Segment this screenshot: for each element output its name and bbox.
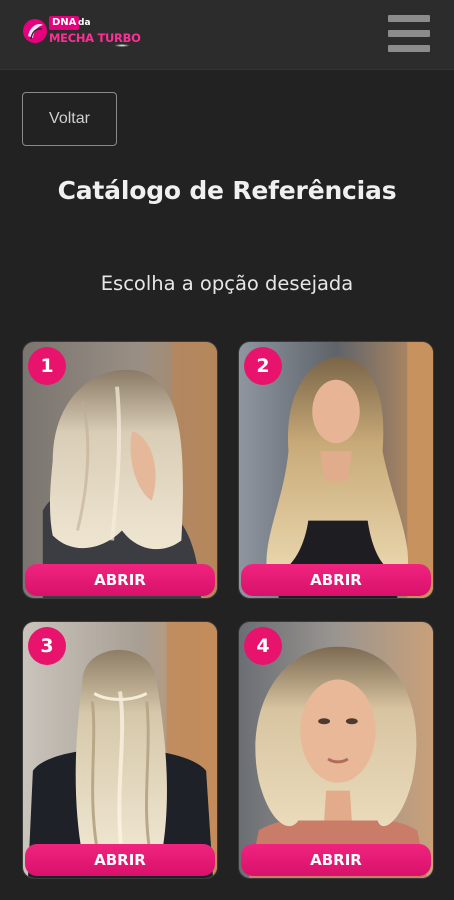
card-number-badge: 1	[28, 347, 66, 385]
brand-logo[interactable]: DNA da MECHA TURBO	[22, 16, 152, 52]
open-button[interactable]: ABRIR	[25, 564, 215, 596]
open-button[interactable]: ABRIR	[241, 564, 431, 596]
reference-card-2[interactable]: 2 ABRIR	[238, 341, 434, 599]
logo-dna-badge: DNA	[49, 16, 80, 30]
logo-hair-icon	[23, 19, 47, 43]
reference-card-1[interactable]: 1 ABRIR	[22, 341, 218, 599]
card-number-badge: 4	[244, 627, 282, 665]
reference-card-4[interactable]: 4 ABRIR	[238, 621, 434, 879]
logo-da-text: da	[78, 18, 91, 28]
hamburger-menu-icon[interactable]	[388, 15, 430, 53]
page-title: Catálogo de Referências	[57, 176, 397, 205]
card-number-badge: 2	[244, 347, 282, 385]
reference-card-3[interactable]: 3 ABRIR	[22, 621, 218, 879]
top-navigation-bar: DNA da MECHA TURBO	[0, 0, 454, 70]
open-button[interactable]: ABRIR	[25, 844, 215, 876]
back-button[interactable]: Voltar	[22, 92, 117, 146]
page-subtitle: Escolha a opção desejada	[100, 272, 354, 295]
card-number-badge: 3	[28, 627, 66, 665]
logo-sparkle	[114, 44, 130, 47]
open-button[interactable]: ABRIR	[241, 844, 431, 876]
logo-mecha-turbo-text: MECHA TURBO	[49, 31, 141, 45]
